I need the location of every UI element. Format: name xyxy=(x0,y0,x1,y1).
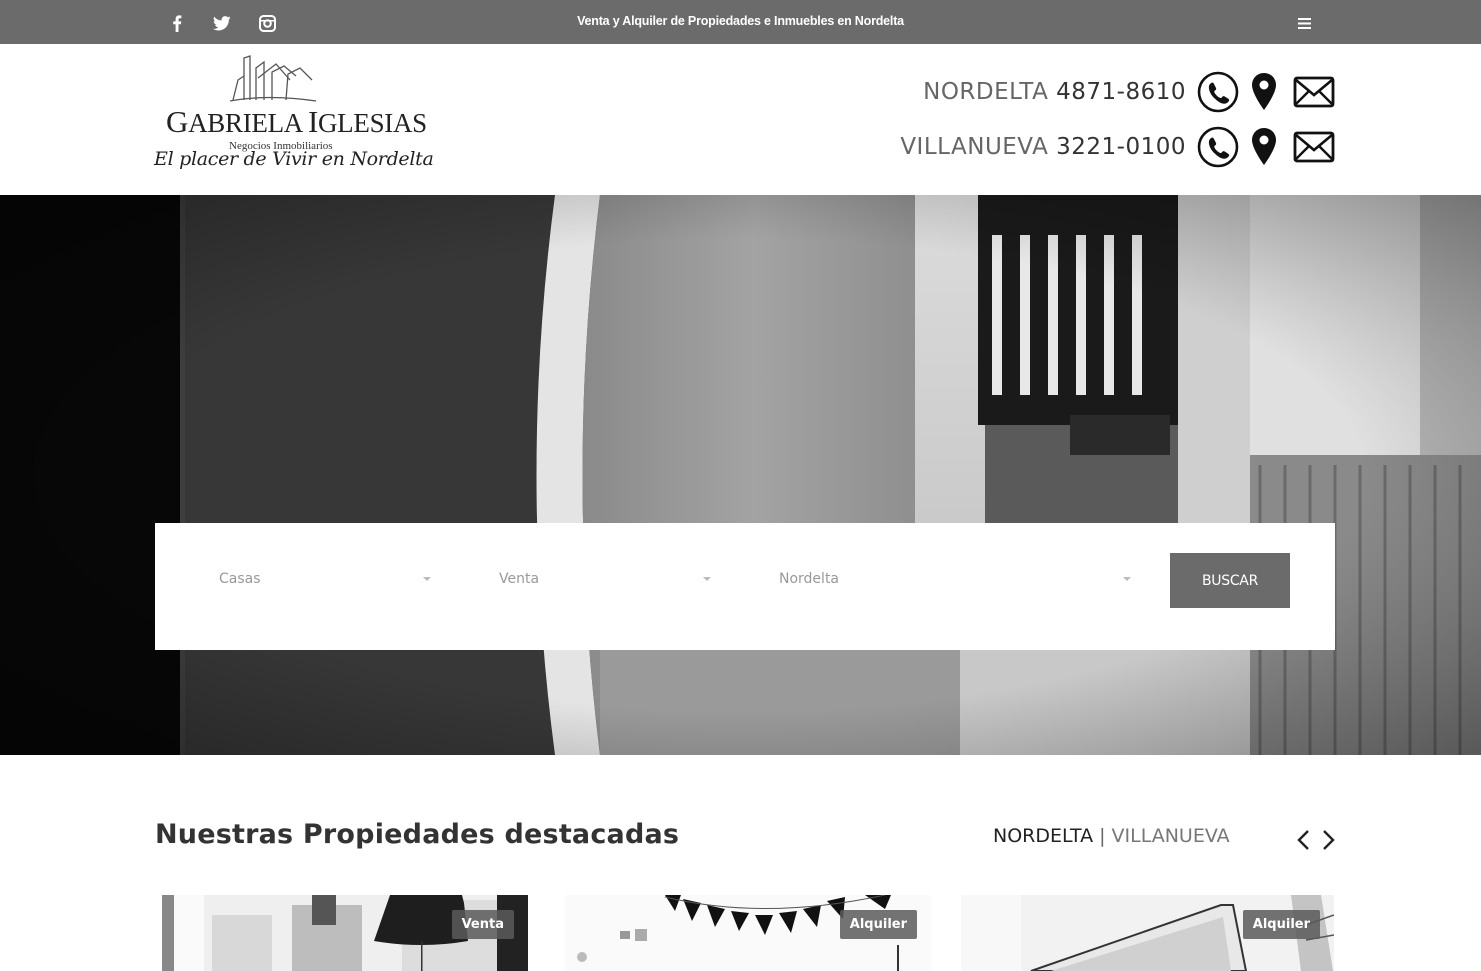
mail-icon[interactable] xyxy=(1293,130,1335,164)
hero-image xyxy=(0,195,1481,755)
hamburger-menu-icon[interactable] xyxy=(1293,14,1315,32)
logo-name: GABRIELA IGLESIAS xyxy=(166,104,427,139)
site-tagline: Venta y Alquiler de Propiedades e Inmueb… xyxy=(577,14,904,28)
contact-label: NORDELTA 4871-8610 xyxy=(923,79,1186,105)
contact-row-nordelta: NORDELTA 4871-8610 xyxy=(923,70,1335,114)
logo-slogan: El placer de Vivir en Nordelta xyxy=(154,148,434,170)
logo[interactable]: GABRIELA IGLESIAS Negocios Inmobiliarios… xyxy=(152,54,434,184)
hero-photo xyxy=(0,195,1481,755)
chevron-right-icon[interactable] xyxy=(1321,828,1337,852)
contact-label: VILLANUEVA 3221-0100 xyxy=(900,134,1186,160)
status-badge: Venta xyxy=(451,910,514,939)
property-card[interactable]: Alquiler xyxy=(961,895,1334,971)
status-badge: Alquiler xyxy=(1242,910,1320,939)
tab-nordelta[interactable]: NORDELTA xyxy=(993,825,1093,847)
property-card[interactable]: Alquiler xyxy=(565,895,931,971)
chevron-down-icon xyxy=(703,577,711,581)
location-value: Nordelta xyxy=(779,571,840,587)
phone-icon[interactable] xyxy=(1196,126,1240,168)
status-badge: Alquiler xyxy=(839,910,917,939)
operation-value: Venta xyxy=(499,571,540,587)
location-pin-icon[interactable] xyxy=(1249,126,1279,168)
mail-icon[interactable] xyxy=(1293,75,1335,109)
location-pin-icon[interactable] xyxy=(1249,71,1279,113)
chevron-down-icon xyxy=(1123,577,1131,581)
search-box: Casas Venta Nordelta BUSCAR xyxy=(155,523,1335,650)
tab-villanueva[interactable]: VILLANUEVA xyxy=(1112,825,1230,847)
property-type-value: Casas xyxy=(219,571,261,587)
location-select[interactable]: Nordelta xyxy=(779,563,1131,597)
logo-houses-icon xyxy=(229,55,317,102)
location-tabs: NORDELTA | VILLANUEVA xyxy=(993,825,1230,847)
top-bar: Venta y Alquiler de Propiedades e Inmueb… xyxy=(0,0,1481,44)
property-card[interactable]: Venta xyxy=(162,895,528,971)
chevron-left-icon[interactable] xyxy=(1295,828,1311,852)
phone-icon[interactable] xyxy=(1196,71,1240,113)
contact-row-villanueva: VILLANUEVA 3221-0100 xyxy=(900,125,1335,169)
chevron-down-icon xyxy=(423,577,431,581)
operation-select[interactable]: Venta xyxy=(499,563,711,597)
featured-title: Nuestras Propiedades destacadas xyxy=(155,819,680,850)
tab-separator: | xyxy=(1099,825,1106,847)
search-button[interactable]: BUSCAR xyxy=(1170,553,1290,608)
property-type-select[interactable]: Casas xyxy=(219,563,431,597)
header: GABRIELA IGLESIAS Negocios Inmobiliarios… xyxy=(0,44,1481,195)
